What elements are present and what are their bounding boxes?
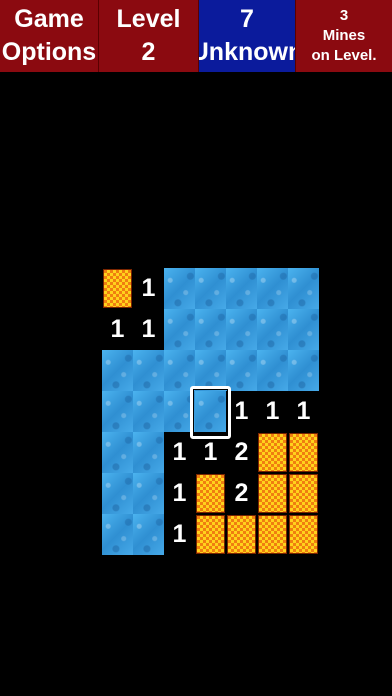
minefield-board: 111111112121 (0, 0, 392, 696)
revealed-number-tile[interactable]: 1 (102, 309, 133, 350)
flagged-tile[interactable] (289, 474, 318, 513)
covered-tile[interactable] (164, 350, 195, 391)
revealed-number-tile[interactable]: 2 (226, 473, 257, 514)
flagged-tile[interactable] (196, 515, 225, 554)
revealed-number-tile[interactable]: 1 (164, 473, 195, 514)
covered-tile[interactable] (102, 514, 133, 555)
revealed-number-tile[interactable]: 1 (133, 268, 164, 309)
flagged-tile[interactable] (258, 515, 287, 554)
covered-tile[interactable] (133, 514, 164, 555)
covered-tile[interactable] (288, 309, 319, 350)
covered-tile[interactable] (226, 268, 257, 309)
revealed-number-tile[interactable]: 1 (257, 391, 288, 432)
flagged-tile[interactable] (258, 474, 287, 513)
revealed-number-tile[interactable]: 1 (133, 309, 164, 350)
covered-tile[interactable] (133, 473, 164, 514)
covered-tile[interactable] (195, 350, 226, 391)
covered-tile[interactable] (195, 268, 226, 309)
covered-tile[interactable] (102, 473, 133, 514)
selection-cursor (190, 386, 231, 439)
flagged-tile[interactable] (289, 433, 318, 472)
covered-tile[interactable] (288, 350, 319, 391)
covered-tile[interactable] (102, 391, 133, 432)
covered-tile[interactable] (133, 432, 164, 473)
revealed-number-tile[interactable]: 1 (164, 514, 195, 555)
covered-tile[interactable] (257, 268, 288, 309)
covered-tile[interactable] (195, 309, 226, 350)
covered-tile[interactable] (257, 350, 288, 391)
flagged-tile[interactable] (103, 269, 132, 308)
revealed-number-tile[interactable]: 2 (226, 432, 257, 473)
covered-tile[interactable] (102, 432, 133, 473)
covered-tile[interactable] (164, 268, 195, 309)
flagged-tile[interactable] (289, 515, 318, 554)
flagged-tile[interactable] (258, 433, 287, 472)
revealed-number-tile[interactable]: 1 (288, 391, 319, 432)
covered-tile[interactable] (226, 350, 257, 391)
covered-tile[interactable] (133, 350, 164, 391)
covered-tile[interactable] (102, 350, 133, 391)
covered-tile[interactable] (133, 391, 164, 432)
flagged-tile[interactable] (227, 515, 256, 554)
covered-tile[interactable] (257, 309, 288, 350)
covered-tile[interactable] (226, 309, 257, 350)
covered-tile[interactable] (164, 309, 195, 350)
covered-tile[interactable] (288, 268, 319, 309)
flagged-tile[interactable] (196, 474, 225, 513)
